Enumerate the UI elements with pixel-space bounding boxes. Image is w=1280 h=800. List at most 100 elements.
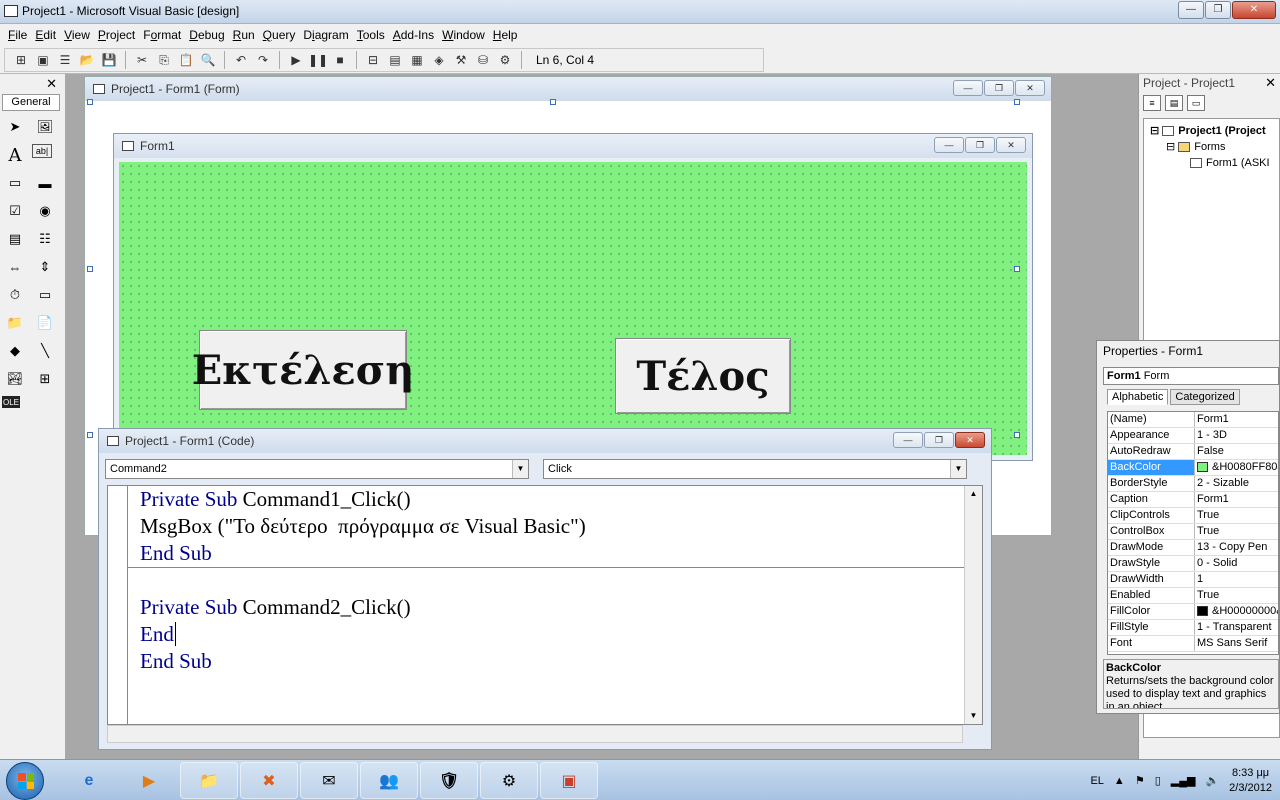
property-row[interactable]: ControlBox True	[1108, 524, 1278, 540]
data-view-icon[interactable]: ⛁	[473, 50, 493, 70]
vscrollbar-icon[interactable]: ⇕	[32, 256, 58, 278]
pointer-icon[interactable]: ➤	[2, 116, 28, 138]
outlook-icon[interactable]: ✉	[300, 762, 358, 799]
property-value[interactable]: 1 - Transparent	[1195, 620, 1278, 635]
menu-diagram[interactable]: Diagram	[299, 28, 352, 42]
menu-window[interactable]: Window	[438, 28, 489, 42]
minimize-button[interactable]: —	[953, 80, 983, 96]
start-icon[interactable]: ▶	[286, 50, 306, 70]
tree-node-form1[interactable]: Form1 (ASKI	[1150, 155, 1279, 171]
toggle-folders-icon[interactable]: ▭	[1187, 95, 1205, 111]
code-line[interactable]: Private Sub Command2_Click()	[140, 594, 586, 621]
picturebox-icon[interactable]: 🖼	[32, 116, 58, 138]
powerpoint-icon[interactable]: ▣	[540, 762, 598, 799]
minimize-button[interactable]: —	[893, 432, 923, 448]
close-button[interactable]: ✕	[1015, 80, 1045, 96]
code-horizontal-scrollbar[interactable]	[107, 725, 963, 743]
menu-view[interactable]: View	[60, 28, 94, 42]
property-row[interactable]: BackColor &H0080FF80&	[1108, 460, 1278, 476]
property-row[interactable]: Caption Form1	[1108, 492, 1278, 508]
property-value[interactable]: 0 - Solid	[1195, 556, 1278, 571]
drivelistbox-icon[interactable]: ▭	[32, 284, 58, 306]
view-object-icon[interactable]: ▤	[1165, 95, 1183, 111]
volume-icon[interactable]: 🔈	[1205, 774, 1219, 787]
property-row[interactable]: (Name) Form1	[1108, 412, 1278, 428]
combobox-icon[interactable]: ▤	[2, 228, 28, 250]
menu-editor-icon[interactable]: ☰	[55, 50, 75, 70]
undo-icon[interactable]: ↶	[231, 50, 251, 70]
copy-icon[interactable]: ⎘	[154, 50, 174, 70]
code-line[interactable]	[140, 567, 586, 594]
property-value[interactable]: True	[1195, 588, 1278, 603]
show-hidden-icons-icon[interactable]: ▲	[1114, 775, 1125, 787]
end-icon[interactable]: ■	[330, 50, 350, 70]
open-project-icon[interactable]: 📂	[77, 50, 97, 70]
view-code-icon[interactable]: ≡	[1143, 95, 1161, 111]
property-value[interactable]: 1 - 3D	[1195, 428, 1278, 443]
scroll-down-icon[interactable]: ▼	[965, 708, 982, 724]
code-line[interactable]: Private Sub Command1_Click()	[140, 486, 586, 513]
security-shield-icon[interactable]: 🛡	[420, 762, 478, 799]
frame-icon[interactable]: ▭	[2, 172, 28, 194]
form-layout-icon[interactable]: ▦	[407, 50, 427, 70]
properties-object-combo[interactable]: Form1 Form	[1103, 367, 1279, 385]
minimize-button[interactable]: —	[1178, 1, 1204, 19]
object-combo[interactable]: Command2 ▼	[105, 459, 529, 479]
close-icon[interactable]: ✕	[46, 76, 57, 92]
paste-icon[interactable]: 📋	[176, 50, 196, 70]
code-line[interactable]: End Sub	[140, 540, 586, 567]
resize-handle[interactable]	[87, 266, 93, 272]
listbox-icon[interactable]: ☷	[32, 228, 58, 250]
chevron-down-icon[interactable]: ▼	[950, 460, 966, 478]
property-value[interactable]: 1	[1195, 572, 1278, 587]
close-button[interactable]: ✕	[955, 432, 985, 448]
menu-project[interactable]: Project	[94, 28, 139, 42]
toolbox-tab-general[interactable]: General	[2, 94, 60, 111]
start-button[interactable]	[6, 762, 44, 800]
network-icon[interactable]: ▂▄▆	[1171, 774, 1196, 787]
menu-query[interactable]: Query	[259, 28, 300, 42]
property-row[interactable]: Enabled True	[1108, 588, 1278, 604]
menu-help[interactable]: Help	[489, 28, 522, 42]
add-form-icon[interactable]: ▣	[33, 50, 53, 70]
resize-handle[interactable]	[1014, 99, 1020, 105]
visual-basic-icon[interactable]: ⚙	[480, 762, 538, 799]
xampp-icon[interactable]: ✖	[240, 762, 298, 799]
code-lines[interactable]: Private Sub Command1_Click() MsgBox ("Το …	[140, 486, 586, 675]
cut-icon[interactable]: ✂	[132, 50, 152, 70]
resize-handle[interactable]	[87, 432, 93, 438]
redo-icon[interactable]: ↷	[253, 50, 273, 70]
close-button[interactable]: ✕	[1232, 1, 1276, 19]
timer-icon[interactable]: ⏱	[2, 284, 28, 306]
checkbox-icon[interactable]: ☑	[2, 200, 28, 222]
tree-node-project[interactable]: ⊟ Project1 (Project	[1150, 123, 1279, 139]
property-row[interactable]: Font MS Sans Serif	[1108, 636, 1278, 652]
find-icon[interactable]: 🔍	[198, 50, 218, 70]
code-editor[interactable]: Private Sub Command1_Click() MsgBox ("Το …	[107, 485, 983, 725]
internet-explorer-icon[interactable]: e	[60, 762, 118, 799]
properties-window-icon[interactable]: ▤	[385, 50, 405, 70]
property-value[interactable]: True	[1195, 508, 1278, 523]
scroll-up-icon[interactable]: ▲	[965, 486, 982, 502]
save-project-icon[interactable]: 💾	[99, 50, 119, 70]
label-icon[interactable]: A	[2, 144, 28, 166]
property-value[interactable]: 2 - Sizable	[1195, 476, 1278, 491]
tab-categorized[interactable]: Categorized	[1170, 389, 1240, 405]
procedure-combo[interactable]: Click ▼	[543, 459, 967, 479]
dirlistbox-icon[interactable]: 📁	[2, 312, 28, 334]
menu-run[interactable]: Run	[229, 28, 259, 42]
command2-button[interactable]: Τέλος	[615, 338, 791, 414]
property-row[interactable]: ClipControls True	[1108, 508, 1278, 524]
break-icon[interactable]: ❚❚	[308, 50, 328, 70]
property-value[interactable]: &H0080FF80&	[1195, 460, 1278, 475]
ole-icon[interactable]: OLE	[2, 396, 20, 408]
property-row[interactable]: AutoRedraw False	[1108, 444, 1278, 460]
property-row[interactable]: FillColor &H00000000&	[1108, 604, 1278, 620]
property-value[interactable]: Form1	[1195, 412, 1278, 427]
code-vertical-scrollbar[interactable]: ▲ ▼	[964, 486, 982, 724]
form1-window[interactable]: Form1 — ❐ ✕ Εκτέλεση Τέλος	[113, 133, 1033, 461]
restore-button[interactable]: ❐	[924, 432, 954, 448]
file-explorer-icon[interactable]: 📁	[180, 762, 238, 799]
toolbox-icon[interactable]: ⚒	[451, 50, 471, 70]
clock[interactable]: 8:33 μμ 2/3/2012	[1229, 766, 1272, 796]
